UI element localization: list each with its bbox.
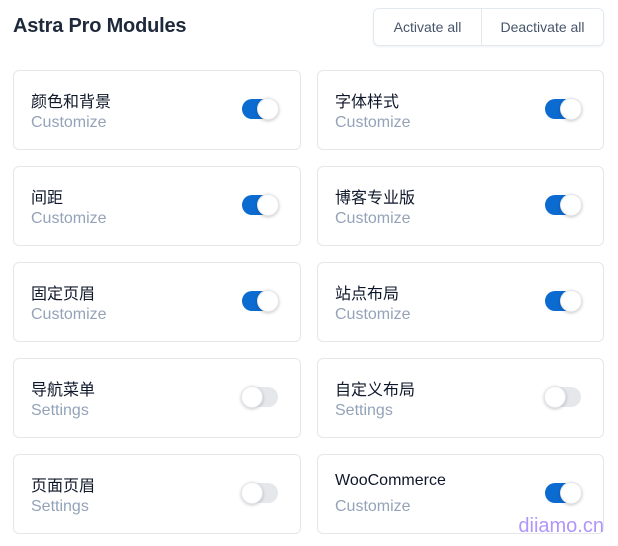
toggle-knob: [560, 98, 582, 120]
module-customize-link[interactable]: Customize: [335, 114, 411, 132]
module-customize-link[interactable]: Customize: [31, 210, 107, 228]
module-card: 导航菜单 Settings: [13, 358, 301, 438]
toggle-knob: [560, 194, 582, 216]
toggle-knob: [257, 98, 279, 120]
activate-all-button[interactable]: Activate all: [374, 9, 481, 45]
module-settings-link[interactable]: Settings: [31, 402, 89, 420]
module-settings-link[interactable]: Settings: [31, 498, 89, 516]
module-toggle[interactable]: [545, 194, 582, 216]
toggle-knob: [560, 482, 582, 504]
module-customize-link[interactable]: Customize: [31, 306, 107, 324]
toggle-knob: [241, 482, 263, 504]
toggle-knob: [257, 290, 279, 312]
module-toggle[interactable]: [242, 194, 279, 216]
module-toggle[interactable]: [242, 290, 279, 312]
module-customize-link[interactable]: Customize: [335, 210, 411, 228]
module-toggle[interactable]: [544, 386, 581, 408]
modules-header: Astra Pro Modules Activate all Deactivat…: [13, 8, 604, 46]
toggle-knob: [257, 194, 279, 216]
module-toggle[interactable]: [242, 98, 279, 120]
module-card: 自定义布局 Settings: [317, 358, 604, 438]
module-name: 博客专业版: [335, 190, 416, 207]
module-name: 固定页眉: [31, 286, 96, 303]
module-toggle[interactable]: [545, 290, 582, 312]
module-name: 导航菜单: [31, 382, 96, 399]
module-customize-link[interactable]: Customize: [335, 306, 411, 324]
module-card: 间距 Customize: [13, 166, 301, 246]
module-card: 博客专业版 Customize: [317, 166, 604, 246]
module-card: 颜色和背景 Customize: [13, 70, 301, 150]
module-toggle[interactable]: [241, 482, 278, 504]
module-name: 间距: [31, 190, 64, 207]
deactivate-all-button[interactable]: Deactivate all: [481, 9, 603, 45]
module-customize-link[interactable]: Customize: [335, 498, 411, 516]
toggle-knob: [544, 386, 566, 408]
toggle-knob: [560, 290, 582, 312]
module-card: 页面页眉 Settings: [13, 454, 301, 534]
module-name: 自定义布局: [335, 382, 416, 399]
module-card: 固定页眉 Customize: [13, 262, 301, 342]
module-name: 颜色和背景: [31, 94, 112, 111]
module-name: 站点布局: [335, 286, 400, 303]
module-name: 字体样式: [335, 94, 400, 111]
module-card: 字体样式 Customize: [317, 70, 604, 150]
module-toggle[interactable]: [241, 386, 278, 408]
module-name: WooCommerce: [335, 472, 446, 489]
module-settings-link[interactable]: Settings: [335, 402, 393, 420]
module-toggle[interactable]: [545, 98, 582, 120]
module-toggle[interactable]: [545, 482, 582, 504]
bulk-action-group: Activate all Deactivate all: [373, 8, 604, 46]
module-card: 站点布局 Customize: [317, 262, 604, 342]
watermark: diiamo.cn: [518, 515, 604, 537]
module-name: 页面页眉: [31, 478, 96, 495]
modules-grid: 颜色和背景 Customize 字体样式 Customize 间距 Custom…: [13, 70, 604, 534]
module-customize-link[interactable]: Customize: [31, 114, 107, 132]
page-title: Astra Pro Modules: [13, 15, 187, 37]
toggle-knob: [241, 386, 263, 408]
